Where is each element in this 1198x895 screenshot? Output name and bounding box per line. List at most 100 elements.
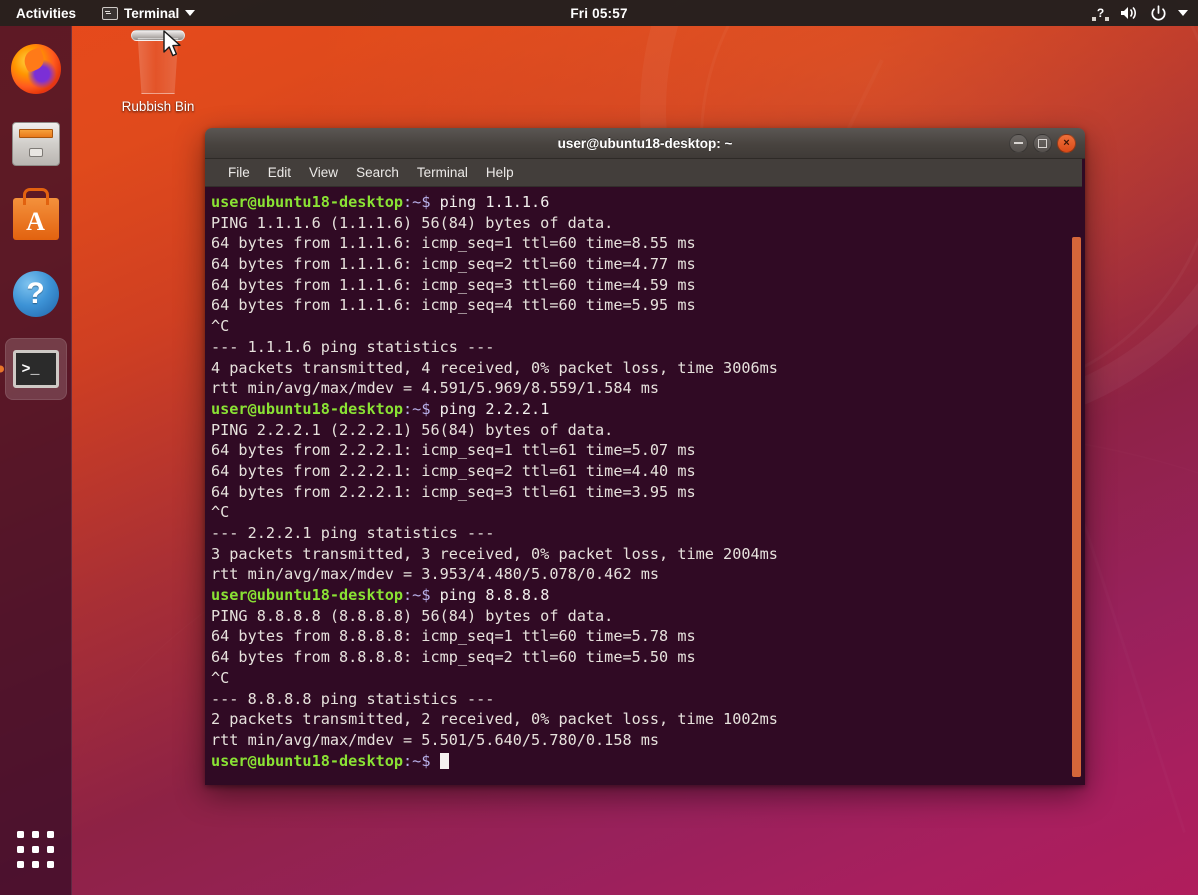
volume-icon[interactable] (1120, 5, 1139, 21)
prompt-user-host: user@ubuntu18-desktop (211, 400, 403, 418)
prompt-path: :~$ (403, 586, 430, 604)
terminal-output-line: 64 bytes from 1.1.1.6: icmp_seq=3 ttl=60… (211, 275, 1085, 296)
terminal-output-line: PING 8.8.8.8 (8.8.8.8) 56(84) bytes of d… (211, 606, 1085, 627)
terminal-icon: >_ (13, 350, 59, 388)
activities-label: Activities (16, 6, 76, 21)
terminal-output-line: rtt min/avg/max/mdev = 3.953/4.480/5.078… (211, 564, 1085, 585)
prompt-user-host: user@ubuntu18-desktop (211, 586, 403, 604)
maximize-button[interactable] (1033, 134, 1052, 153)
close-button[interactable]: × (1057, 134, 1076, 153)
firefox-icon (11, 44, 61, 94)
menu-edit[interactable]: Edit (259, 162, 300, 183)
show-applications-button[interactable] (8, 821, 64, 877)
terminal-output-line: ^C (211, 316, 1085, 337)
window-controls: × (1009, 134, 1085, 153)
network-unknown-icon[interactable]: ? (1092, 6, 1109, 21)
terminal-prompt-line: user@ubuntu18-desktop:~$ (211, 751, 1085, 772)
terminal-output-line: ^C (211, 502, 1085, 523)
power-icon[interactable] (1150, 5, 1167, 22)
files-drawer-knob (29, 148, 43, 157)
app-menu-button[interactable]: Terminal (96, 4, 201, 23)
terminal-output-line: ^C (211, 668, 1085, 689)
prompt-user-host: user@ubuntu18-desktop (211, 193, 403, 211)
prompt-command: ping 2.2.2.1 (430, 400, 549, 418)
svg-text:?: ? (1097, 6, 1104, 20)
terminal-output-line: 64 bytes from 8.8.8.8: icmp_seq=2 ttl=60… (211, 647, 1085, 668)
maximize-icon (1038, 139, 1047, 148)
terminal-output-line: rtt min/avg/max/mdev = 5.501/5.640/5.780… (211, 730, 1085, 751)
terminal-output-line: 64 bytes from 2.2.2.1: icmp_seq=2 ttl=61… (211, 461, 1085, 482)
window-title: user@ubuntu18-desktop: ~ (205, 136, 1085, 151)
grid-dot (47, 846, 54, 853)
terminal-window[interactable]: user@ubuntu18-desktop: ~ × File Edit Vie… (205, 128, 1085, 785)
terminal-prompt-line: user@ubuntu18-desktop:~$ ping 1.1.1.6 (211, 192, 1085, 213)
dock-item-ubuntu-software[interactable]: A (5, 188, 67, 250)
files-drawer-top (19, 129, 53, 138)
prompt-path: :~$ (403, 193, 430, 211)
grid-dot (17, 846, 24, 853)
minimize-button[interactable] (1009, 134, 1028, 153)
prompt-command: ping 1.1.1.6 (430, 193, 549, 211)
terminal-output-line: --- 8.8.8.8 ping statistics --- (211, 689, 1085, 710)
terminal-scrollbar[interactable] (1072, 237, 1081, 777)
terminal-output-line: --- 2.2.2.1 ping statistics --- (211, 523, 1085, 544)
terminal-output-line: 64 bytes from 8.8.8.8: icmp_seq=1 ttl=60… (211, 626, 1085, 647)
rubbish-bin-label: Rubbish Bin (122, 99, 195, 114)
terminal-output-line: 64 bytes from 1.1.1.6: icmp_seq=4 ttl=60… (211, 295, 1085, 316)
minimize-icon (1014, 142, 1023, 144)
menu-file[interactable]: File (219, 162, 259, 183)
help-icon: ? (13, 271, 59, 317)
terminal-output-line: --- 1.1.1.6 ping statistics --- (211, 337, 1085, 358)
terminal-output-line: 64 bytes from 1.1.1.6: icmp_seq=1 ttl=60… (211, 233, 1085, 254)
close-icon: × (1063, 138, 1069, 149)
menu-help[interactable]: Help (477, 162, 523, 183)
grid-dot (32, 861, 39, 868)
grid-dot (17, 831, 24, 838)
dock-item-files[interactable] (5, 113, 67, 175)
terminal-output-line: 2 packets transmitted, 2 received, 0% pa… (211, 709, 1085, 730)
grid-dot (17, 861, 24, 868)
desktop[interactable]: Activities Terminal Fri 05:57 ? (0, 0, 1198, 895)
terminal-output-line: 64 bytes from 2.2.2.1: icmp_seq=3 ttl=61… (211, 482, 1085, 503)
activities-button[interactable]: Activities (10, 4, 82, 23)
terminal-text: user@ubuntu18-desktop:~$ ping 1.1.1.6PIN… (211, 192, 1085, 771)
terminal-output-line: 4 packets transmitted, 4 received, 0% pa… (211, 358, 1085, 379)
window-titlebar[interactable]: user@ubuntu18-desktop: ~ × (205, 128, 1085, 159)
terminal-output-line: 64 bytes from 1.1.1.6: icmp_seq=2 ttl=60… (211, 254, 1085, 275)
window-right-edge (1082, 159, 1085, 785)
terminal-menubar: File Edit View Search Terminal Help (205, 159, 1085, 187)
files-icon (12, 122, 60, 166)
top-system-bar: Activities Terminal Fri 05:57 ? (0, 0, 1198, 26)
terminal-mini-icon (102, 7, 118, 20)
terminal-prompt-line: user@ubuntu18-desktop:~$ ping 8.8.8.8 (211, 585, 1085, 606)
prompt-path: :~$ (403, 752, 430, 770)
terminal-output-line: PING 1.1.1.6 (1.1.1.6) 56(84) bytes of d… (211, 213, 1085, 234)
grid-dot (47, 861, 54, 868)
system-menu-caret-icon[interactable] (1178, 10, 1188, 16)
app-menu-label: Terminal (124, 6, 179, 21)
terminal-output-line: rtt min/avg/max/mdev = 4.591/5.969/8.559… (211, 378, 1085, 399)
rubbish-bin-icon (135, 38, 181, 94)
dock-item-firefox[interactable] (5, 38, 67, 100)
terminal-output-area[interactable]: user@ubuntu18-desktop:~$ ping 1.1.1.6PIN… (205, 187, 1085, 785)
prompt-path: :~$ (403, 400, 430, 418)
terminal-cursor (440, 753, 449, 769)
grid-dot (32, 846, 39, 853)
ubuntu-software-icon: A (13, 198, 59, 240)
menu-view[interactable]: View (300, 162, 347, 183)
desktop-icon-rubbish-bin[interactable]: Rubbish Bin (110, 30, 206, 114)
system-tray: ? (1092, 5, 1198, 22)
grid-dot (32, 831, 39, 838)
launcher-dock: A ? >_ (0, 26, 72, 895)
menu-terminal[interactable]: Terminal (408, 162, 477, 183)
dock-item-terminal[interactable]: >_ (5, 338, 67, 400)
prompt-user-host: user@ubuntu18-desktop (211, 752, 403, 770)
menu-search[interactable]: Search (347, 162, 408, 183)
terminal-output-line: PING 2.2.2.1 (2.2.2.1) 56(84) bytes of d… (211, 420, 1085, 441)
grid-dot (47, 831, 54, 838)
dock-item-help[interactable]: ? (5, 263, 67, 325)
topbar-left-group: Activities Terminal (0, 4, 201, 23)
prompt-command (430, 752, 439, 770)
terminal-prompt-line: user@ubuntu18-desktop:~$ ping 2.2.2.1 (211, 399, 1085, 420)
ubuntu-software-letter: A (26, 209, 45, 235)
